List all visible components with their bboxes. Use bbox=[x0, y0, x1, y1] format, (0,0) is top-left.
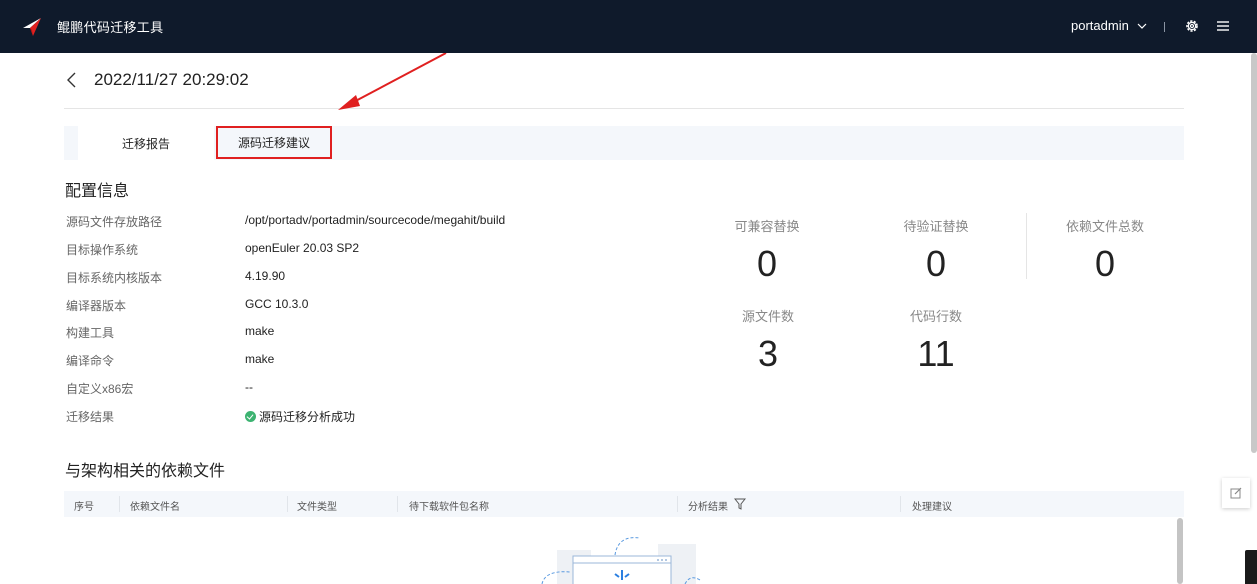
config-section-title: 配置信息 bbox=[65, 183, 130, 200]
col-suggestion: 处理建议 bbox=[912, 502, 952, 513]
stat-value-source-files: 3 bbox=[757, 333, 779, 374]
config-value: -- bbox=[245, 380, 253, 394]
menu-icon[interactable] bbox=[1216, 19, 1230, 33]
header-divider bbox=[64, 108, 1184, 109]
config-label: 目标系统内核版本 bbox=[66, 271, 163, 285]
config-label: 编译命令 bbox=[66, 354, 115, 368]
topbar-divider bbox=[1164, 22, 1165, 32]
stats-divider bbox=[1026, 213, 1027, 279]
stat-value-dep-files: 0 bbox=[1094, 243, 1116, 284]
stat-label-dep-files: 依赖文件总数 bbox=[1065, 219, 1144, 234]
config-label: 自定义x86宏 bbox=[66, 382, 134, 396]
stat-value-compatible: 0 bbox=[756, 243, 778, 284]
migration-result-text: 源码迁移分析成功 bbox=[259, 410, 356, 424]
empty-state-illustration bbox=[541, 537, 701, 584]
page-scrollbar[interactable] bbox=[1251, 53, 1257, 453]
config-label: 编译器版本 bbox=[66, 299, 127, 313]
col-package-name: 待下载软件包名称 bbox=[409, 502, 489, 513]
col-analysis-result: 分析结果 bbox=[688, 502, 728, 513]
tab-source-migration-advice[interactable]: 源码迁移建议 bbox=[216, 126, 332, 159]
config-label: 迁移结果 bbox=[66, 410, 115, 424]
stat-value-pending: 0 bbox=[925, 243, 947, 284]
stat-label-code-lines: 代码行数 bbox=[909, 309, 962, 324]
stat-label-compatible: 可兼容替换 bbox=[734, 219, 800, 234]
col-divider bbox=[900, 496, 901, 512]
side-panel-toggle[interactable] bbox=[1245, 550, 1257, 584]
deps-table-header: 序号 依赖文件名 文件类型 待下载软件包名称 分析结果 处理建议 bbox=[64, 491, 1184, 517]
filter-icon[interactable] bbox=[734, 498, 746, 510]
deps-section-title: 与架构相关的依赖文件 bbox=[65, 463, 226, 480]
success-check-icon bbox=[245, 411, 256, 422]
table-scrollbar[interactable] bbox=[1177, 518, 1183, 584]
stat-value-code-lines: 11 bbox=[917, 333, 955, 374]
config-value: openEuler 20.03 SP2 bbox=[245, 241, 360, 255]
gear-icon[interactable] bbox=[1184, 18, 1200, 34]
config-label: 构建工具 bbox=[66, 326, 115, 340]
col-divider bbox=[287, 496, 288, 512]
page-title: 2022/11/27 20:29:02 bbox=[94, 70, 249, 89]
tab-bar: 迁移报告 源码迁移建议 bbox=[64, 126, 1184, 160]
config-label: 源码文件存放路径 bbox=[66, 215, 163, 229]
col-divider bbox=[119, 496, 120, 512]
floating-edit-button[interactable] bbox=[1222, 478, 1250, 508]
col-divider bbox=[677, 496, 678, 512]
user-menu[interactable]: portadmin bbox=[1071, 18, 1129, 33]
back-arrow-icon[interactable] bbox=[64, 71, 80, 89]
stat-label-source-files: 源文件数 bbox=[741, 309, 794, 324]
config-value: GCC 10.3.0 bbox=[245, 297, 309, 311]
kunpeng-logo-icon[interactable] bbox=[22, 17, 42, 37]
config-label: 目标操作系统 bbox=[66, 243, 139, 257]
col-file-type: 文件类型 bbox=[297, 502, 337, 513]
col-index: 序号 bbox=[74, 502, 94, 513]
app-title: 鲲鹏代码迁移工具 bbox=[57, 20, 164, 35]
chevron-down-icon[interactable] bbox=[1136, 20, 1148, 32]
config-value: 4.19.90 bbox=[245, 269, 286, 283]
top-bar: 鲲鹏代码迁移工具 portadmin bbox=[0, 0, 1257, 53]
col-divider bbox=[397, 496, 398, 512]
config-value: make bbox=[245, 352, 275, 366]
config-value: make bbox=[245, 324, 275, 338]
stat-label-pending: 待验证替换 bbox=[903, 219, 969, 234]
edit-icon bbox=[1230, 487, 1242, 499]
col-dep-filename: 依赖文件名 bbox=[130, 502, 180, 513]
config-value: /opt/portadv/portadmin/sourcecode/megahi… bbox=[245, 213, 506, 227]
annotation-arrow bbox=[338, 53, 447, 110]
tab-migration-report[interactable]: 迁移报告 bbox=[78, 126, 214, 160]
migration-result: 源码迁移分析成功 bbox=[245, 408, 355, 425]
